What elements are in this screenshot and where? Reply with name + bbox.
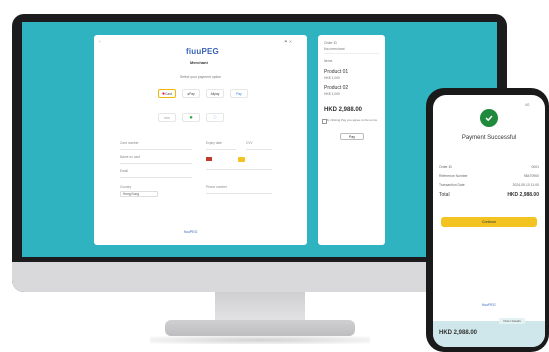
detail-row: Order ID 0001: [439, 165, 539, 169]
name-label: Name on card: [120, 155, 141, 159]
order-details-tab[interactable]: Order Details: [499, 318, 525, 324]
detail-row: Reference Number 98470900: [439, 174, 539, 178]
flag-icon: [206, 157, 212, 161]
phone-number-input[interactable]: [206, 193, 272, 194]
email-input[interactable]: [120, 177, 192, 178]
phone-label: Phone number: [206, 185, 227, 189]
details-list: Order ID 0001 Reference Number 98470900 Tr…: [439, 165, 539, 198]
country-label: Country: [120, 185, 132, 189]
payment-method-6[interactable]: ◌: [206, 113, 224, 122]
brand-logo: fiuuPEG: [186, 47, 219, 56]
payment-method-wallet[interactable]: Pay: [230, 89, 248, 98]
success-title: Payment Successful: [461, 135, 517, 141]
name-input[interactable]: [120, 163, 192, 164]
payment-method-alipay[interactable]: Alipay: [206, 89, 224, 98]
payment-panel: ‹ ⚑ ✕ fiuuPEG Merchant Select your payme…: [94, 35, 307, 245]
payment-method-card[interactable]: ● Card: [158, 89, 176, 98]
pay-button[interactable]: Pay: [340, 133, 364, 140]
wechat-icon: ●: [189, 114, 193, 121]
terms-note: By clicking Pay you agree to the terms: [326, 118, 378, 122]
bank-icon: ▭▭: [164, 115, 170, 120]
merchant-name: Merchant: [190, 60, 208, 65]
card-number-label: Card number: [120, 141, 139, 145]
cvv-label: CVV: [246, 141, 253, 145]
monitor-shadow: [150, 336, 370, 344]
total-row: Total HKD 2,988.00: [439, 192, 539, 198]
continue-button[interactable]: Continue: [441, 217, 537, 227]
phone-input[interactable]: [206, 169, 272, 170]
phone-footer-total: HKD 2,988.00: [439, 330, 478, 336]
expiry-label: Expiry date: [206, 141, 222, 145]
product-2-price: HK$ 1,000: [324, 92, 341, 96]
terms-checkbox[interactable]: [322, 119, 327, 124]
divider: [324, 53, 379, 54]
cvv-input[interactable]: [246, 149, 272, 150]
payment-method-applepay[interactable]: ● Pay: [182, 89, 200, 98]
phone-footer-brand: fiuuPEG: [482, 303, 496, 307]
order-id-label: Order ID: [324, 41, 337, 45]
card-number-input[interactable]: [120, 149, 192, 150]
items-label: Items: [324, 59, 333, 63]
chip-icon: [238, 157, 245, 162]
back-icon[interactable]: ‹: [99, 39, 101, 45]
order-summary-panel: Order ID fiuu merchant Items Product 01 …: [318, 35, 385, 245]
phone-screen: 4G Payment Successful Order ID 0001 Refer…: [433, 95, 545, 347]
footer-brand: fiuuPEG: [184, 230, 198, 234]
monitor-stand-neck: [215, 292, 305, 322]
summary-merchant: fiuu merchant: [324, 47, 345, 51]
country-select[interactable]: Hong Kong: [120, 191, 158, 197]
product-2: Product 02: [324, 85, 349, 91]
status-bar: 4G: [525, 103, 530, 107]
select-prompt: Select your payment option: [180, 75, 222, 79]
detail-row: Transaction Date 2024-09-10 11:00: [439, 183, 539, 187]
payment-method-4[interactable]: ▭▭: [158, 113, 176, 122]
payment-method-wechat[interactable]: ●: [182, 113, 200, 122]
monitor-stand-base: [165, 320, 355, 336]
email-label: Email: [120, 169, 128, 173]
expiry-input[interactable]: [206, 149, 236, 150]
summary-total: HKD 2,988.00: [324, 107, 363, 113]
check-icon: [480, 109, 498, 127]
product-1: Product 01: [324, 69, 349, 75]
spiral-icon: ◌: [213, 114, 217, 121]
language-icon[interactable]: ⚑ ✕: [284, 39, 292, 44]
product-1-price: HK$ 1,000: [324, 76, 341, 80]
